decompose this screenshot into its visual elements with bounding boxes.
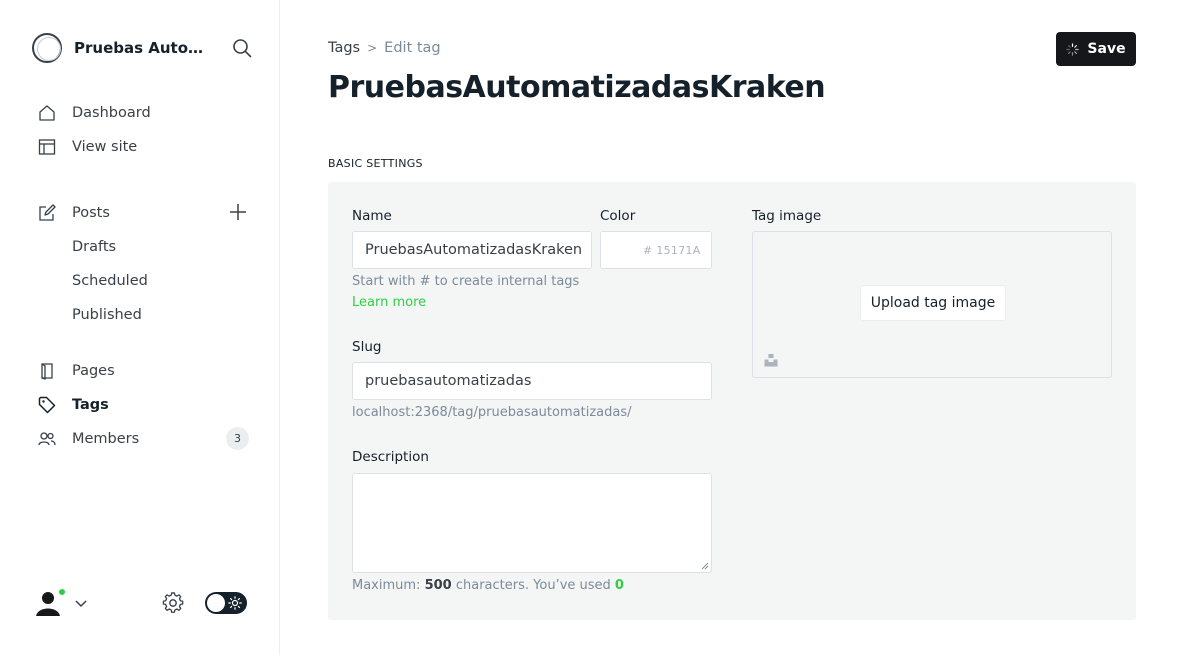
nav-scheduled-label: Scheduled [72, 273, 148, 289]
theme-toggle[interactable] [205, 592, 247, 614]
home-icon [39, 105, 55, 121]
online-status-dot [57, 587, 67, 597]
nav-published[interactable]: Published [72, 302, 142, 328]
nav-published-label: Published [72, 307, 142, 323]
name-input[interactable]: PruebasAutomatizadasKraken [352, 231, 592, 269]
tag-icon [38, 396, 56, 414]
nav-drafts[interactable]: Drafts [72, 234, 116, 260]
character-counter: Maximum: 500 characters. You’ve used 0 [352, 578, 624, 593]
nav-view-site-label: View site [72, 139, 138, 155]
slug-label: Slug [352, 339, 382, 355]
nav-view-site[interactable]: View site [38, 134, 137, 160]
counter-used: 0 [614, 578, 624, 593]
nav-posts-label: Posts [72, 205, 110, 221]
nav-members[interactable]: Members [38, 426, 139, 452]
description-textarea[interactable] [352, 473, 712, 573]
resize-handle-icon[interactable] [701, 562, 709, 570]
unsplash-icon[interactable] [764, 353, 778, 367]
nav-pages-label: Pages [72, 363, 115, 379]
counter-mid: characters. You’ve used [455, 578, 611, 593]
spinner-icon [1066, 42, 1080, 56]
breadcrumb-tags-link[interactable]: Tags [328, 40, 360, 56]
save-button[interactable]: Save [1056, 32, 1136, 66]
page-icon [41, 363, 53, 380]
nav-pages[interactable]: Pages [38, 358, 115, 384]
section-label: BASIC SETTINGS [328, 157, 423, 170]
breadcrumb-current: Edit tag [384, 40, 441, 56]
color-swatch[interactable] [600, 231, 638, 269]
counter-max: 500 [424, 578, 452, 593]
sidebar-footer [32, 586, 248, 620]
slug-input[interactable]: pruebasautomatizadas [352, 362, 712, 400]
learn-more-link[interactable]: Learn more [352, 295, 426, 310]
sidebar: Pruebas Automatizadas Kraken Dashboard V… [0, 0, 280, 655]
upload-tag-image-button[interactable]: Upload tag image [860, 285, 1006, 321]
breadcrumb-separator: > [367, 41, 378, 55]
plus-icon[interactable] [228, 202, 248, 222]
ghost-logo-icon [32, 33, 62, 63]
members-icon [38, 432, 56, 446]
nav-dashboard[interactable]: Dashboard [38, 100, 151, 126]
counter-prefix: Maximum: [352, 578, 421, 593]
main-content: Tags > Edit tag PruebasAutomatizadasKrak… [280, 0, 1184, 655]
search-icon[interactable] [232, 38, 252, 58]
members-count-badge: 3 [226, 427, 249, 450]
tag-image-dropzone[interactable]: Upload tag image [752, 231, 1112, 378]
app-root: Pruebas Automatizadas Kraken Dashboard V… [0, 0, 1184, 655]
description-label: Description [352, 449, 429, 465]
breadcrumb: Tags > Edit tag [328, 40, 441, 56]
site-title: Pruebas Automatizadas Kraken [74, 39, 214, 57]
chevron-down-icon[interactable] [74, 596, 88, 610]
gear-icon[interactable] [162, 592, 184, 614]
nav-dashboard-label: Dashboard [72, 105, 151, 121]
page-title: PruebasAutomatizadasKraken [328, 70, 826, 105]
nav-scheduled[interactable]: Scheduled [72, 268, 148, 294]
brand[interactable]: Pruebas Automatizadas Kraken [32, 32, 252, 64]
layout-icon [38, 139, 56, 155]
slug-url: localhost:2368/tag/pruebasautomatizadas/ [352, 405, 632, 420]
basic-settings-panel: Name PruebasAutomatizadasKraken Start wi… [328, 182, 1136, 620]
nav-members-label: Members [72, 431, 140, 447]
sun-icon [228, 596, 242, 610]
name-hint: Start with # to create internal tags [352, 274, 580, 289]
nav-tags[interactable]: Tags [38, 392, 109, 418]
save-label: Save [1087, 41, 1126, 57]
color-input[interactable]: # 15171A [637, 231, 712, 269]
nav-drafts-label: Drafts [72, 239, 117, 255]
nav-posts[interactable]: Posts [38, 200, 110, 226]
nav-tags-label: Tags [72, 397, 109, 413]
pencil-icon [39, 204, 56, 221]
name-label: Name [352, 208, 392, 224]
toggle-knob [207, 594, 225, 612]
tag-image-label: Tag image [752, 208, 822, 224]
color-label: Color [600, 208, 636, 224]
